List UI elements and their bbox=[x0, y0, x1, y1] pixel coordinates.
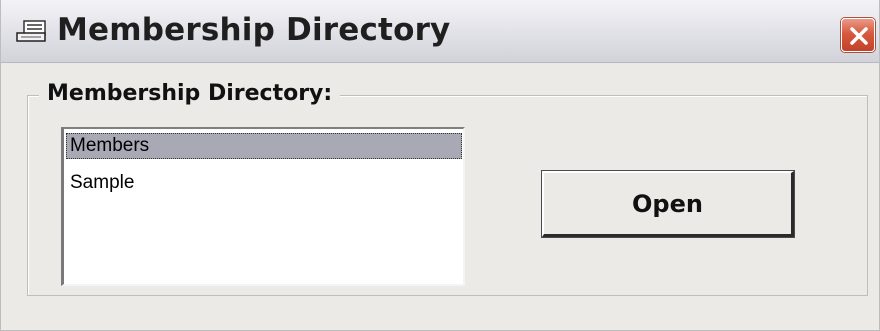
list-item-sample[interactable]: Sample bbox=[66, 170, 462, 196]
window-title: Membership Directory bbox=[57, 12, 451, 48]
title-bar[interactable]: Membership Directory bbox=[1, 0, 879, 63]
directory-listbox[interactable]: Members Sample bbox=[61, 127, 465, 286]
notepad-icon bbox=[16, 20, 46, 42]
list-item-members[interactable]: Members bbox=[66, 133, 462, 159]
open-button[interactable]: Open bbox=[542, 171, 794, 237]
groupbox-legend: Membership Directory: bbox=[39, 81, 341, 106]
dialog-window: Membership Directory Membership Director… bbox=[0, 0, 880, 331]
close-x-icon bbox=[850, 27, 868, 45]
close-button[interactable] bbox=[841, 18, 875, 52]
